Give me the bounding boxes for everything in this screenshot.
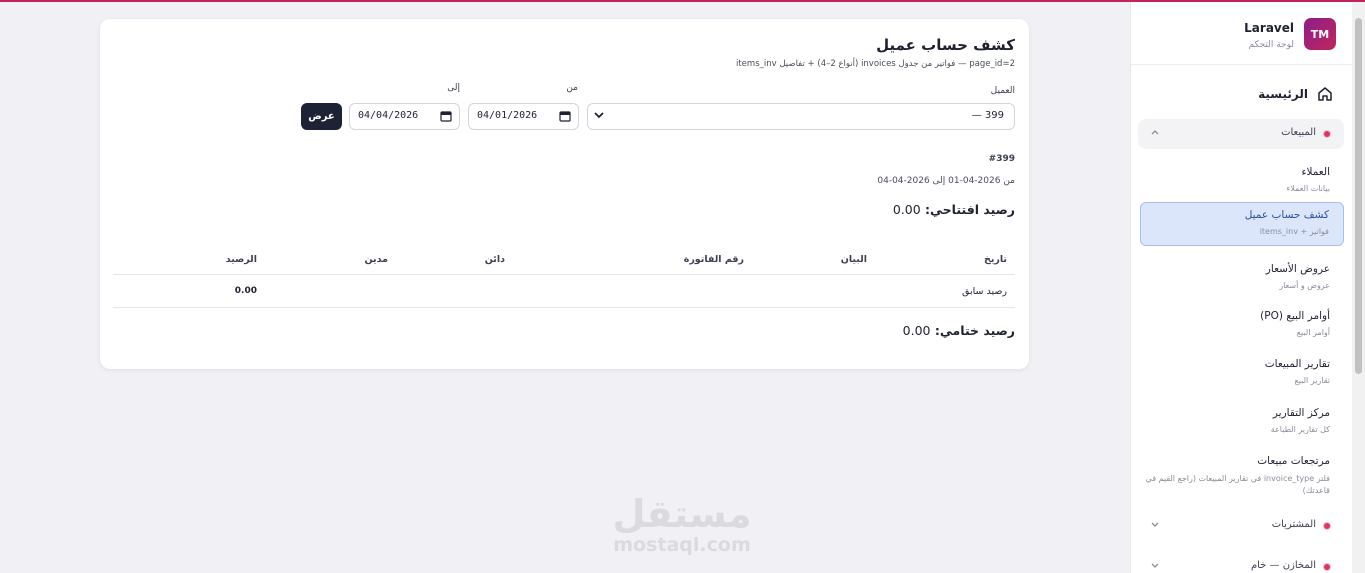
chevron-down-icon (594, 109, 604, 124)
watermark-english: mostaql.com (613, 534, 751, 556)
scrollbar[interactable] (1352, 2, 1365, 573)
column-balance: الرصيد (225, 254, 257, 265)
sidebar-item-customer-statement[interactable]: كشف حساب عميل فواتير + items_inv (1140, 202, 1344, 246)
column-debit: مدين (364, 254, 389, 265)
sidebar-item-customers[interactable]: العملاء بيانات العملاء (1140, 160, 1344, 204)
sidebar-item-label: عروض الأسعار (1265, 263, 1330, 275)
sidebar-item-quotations[interactable]: عروض الأسعار عروض و أسعار (1140, 257, 1344, 301)
from-date-input[interactable]: 04/01/2026 (468, 103, 579, 130)
brand[interactable]: TM Laravel لوحة التحكم (1138, 18, 1344, 58)
scrollbar-thumb[interactable] (1355, 18, 1362, 374)
column-invoice: رقم الفاتورة (683, 254, 744, 265)
from-date-value: 04/01/2026 (477, 110, 538, 121)
column-date: تاريخ (983, 254, 1007, 265)
sidebar-group-label: المخازن — خام (1250, 560, 1316, 571)
sidebar-item-sub: تقارير البيع (1294, 376, 1330, 385)
watermark: مستقل mostaql.com (606, 494, 758, 558)
cell-balance: 0.00 (234, 286, 257, 296)
sidebar: TM Laravel لوحة التحكم الرئيسية المبيعات… (1130, 2, 1352, 573)
to-label: إلى (447, 83, 460, 93)
home-icon (1318, 87, 1332, 101)
sidebar-group-sales[interactable]: المبيعات (1138, 119, 1344, 149)
closing-balance-label: رصيد ختامي: (934, 323, 1015, 338)
closing-balance-value: 0.00 (902, 323, 931, 338)
sidebar-item-label: العملاء (1301, 166, 1330, 178)
closing-balance: رصيد ختامي: 0.00 (903, 323, 1015, 338)
chevron-up-icon (1150, 127, 1160, 140)
sidebar-item-sub: كل تقارير الطباعة (1270, 425, 1330, 434)
table-header: تاريخ البيان رقم الفاتورة دائن مدين الرص… (113, 245, 1015, 275)
column-statement: البيان (840, 254, 867, 265)
sidebar-item-label: تقارير المبيعات (1264, 358, 1330, 370)
sidebar-group-warehouses[interactable]: المخازن — خام (1138, 552, 1344, 573)
sidebar-item-label: أوامر البيع (PO) (1260, 310, 1330, 322)
sidebar-group-label: المبيعات (1281, 127, 1316, 138)
sidebar-item-sales-returns[interactable]: مرتجعات مبيعات فلتر invoice_type في تقار… (1140, 449, 1344, 497)
page-title: كشف حساب عميل (876, 36, 1015, 54)
column-credit: دائن (484, 254, 505, 265)
table-row: رصيد سابق 0.00 (113, 276, 1015, 308)
dot-icon (1324, 131, 1330, 137)
sidebar-group-label: المشتريات (1271, 519, 1316, 530)
calendar-icon[interactable] (559, 110, 571, 122)
sidebar-group-purchases[interactable]: المشتريات (1138, 511, 1344, 541)
sidebar-item-sub: عروض و أسعار (1279, 281, 1330, 290)
sidebar-item-label: الرئيسية (1258, 87, 1308, 101)
sidebar-item-sales-orders[interactable]: أوامر البيع (PO) أوامر البيع (1140, 304, 1344, 348)
sidebar-item-sub: أوامر البيع (1296, 328, 1330, 337)
page-subtitle: page_id=2 — فواتير من جدول invoices (أنو… (735, 59, 1015, 69)
sidebar-item-label: مرتجعات مبيعات (1257, 455, 1330, 467)
cell-statement: رصيد سابق (962, 286, 1007, 297)
statement-card: كشف حساب عميل page_id=2 — فواتير من جدول… (100, 19, 1029, 369)
opening-balance-value: 0.00 (892, 202, 921, 217)
opening-balance: رصيد افتتاحي: 0.00 (893, 202, 1015, 217)
show-button[interactable]: عرض (301, 103, 342, 130)
dot-icon (1324, 564, 1330, 570)
calendar-icon[interactable] (440, 110, 452, 122)
chevron-down-icon (1150, 519, 1160, 532)
from-label: من (566, 83, 578, 93)
opening-balance-label: رصيد افتتاحي: (925, 202, 1015, 217)
brand-subtitle: لوحة التحكم (1248, 40, 1294, 50)
customer-select[interactable]: 399 — (587, 103, 1015, 130)
sidebar-item-label: مركز التقارير (1272, 407, 1330, 419)
divider (1131, 64, 1352, 65)
sidebar-item-report-center[interactable]: مركز التقارير كل تقارير الطباعة (1140, 401, 1344, 445)
customer-label: العميل (990, 86, 1015, 96)
date-range: من 2026-04-01 إلى 2026-04-04 (877, 176, 1015, 186)
sidebar-item-sub: بيانات العملاء (1286, 184, 1331, 193)
to-date-value: 04/04/2026 (358, 110, 419, 121)
brand-name: Laravel (1244, 21, 1294, 35)
watermark-arabic: مستقل (612, 492, 752, 536)
sidebar-item-label: كشف حساب عميل (1244, 209, 1329, 221)
sidebar-item-home[interactable]: الرئيسية (1138, 84, 1344, 106)
customer-select-value: 399 — (971, 110, 1004, 121)
sidebar-item-sales-reports[interactable]: تقارير المبيعات تقارير البيع (1140, 352, 1344, 396)
sidebar-item-sub: فلتر invoice_type في تقارير المبيعات (را… (1145, 474, 1330, 495)
sidebar-item-sub: فواتير + items_inv (1259, 227, 1329, 236)
to-date-input[interactable]: 04/04/2026 (349, 103, 460, 130)
customer-id: #399 (988, 154, 1015, 164)
dot-icon (1324, 523, 1330, 529)
brand-logo: TM (1304, 18, 1336, 50)
chevron-down-icon (1150, 560, 1160, 573)
